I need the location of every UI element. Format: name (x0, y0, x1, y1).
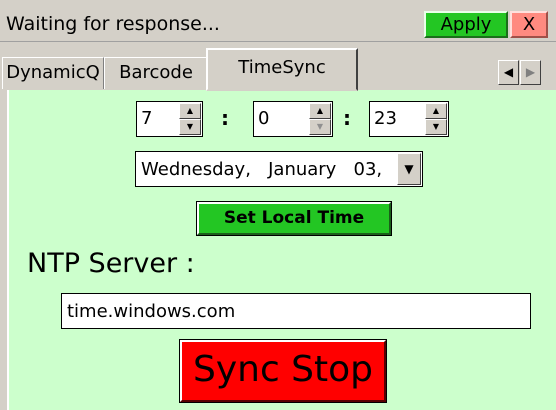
status-text: Waiting for response... (6, 13, 220, 35)
second-value: 23 (374, 108, 397, 129)
tab-scroll-left-icon[interactable]: ◀ (498, 60, 519, 85)
minute-down-icon[interactable]: ▼ (309, 119, 331, 135)
second-down-icon[interactable]: ▼ (425, 119, 447, 135)
date-picker[interactable]: Wednesday, January 03, ▼ (135, 151, 423, 187)
hour-value: 7 (141, 108, 153, 129)
tab-dynamicq[interactable]: DynamicQ (2, 57, 104, 89)
ntp-server-value: time.windows.com (67, 301, 236, 322)
tab-scroll-right-icon[interactable]: ▶ (520, 60, 541, 85)
title-bar: Waiting for response... Apply X (0, 0, 556, 42)
time-separator: : (221, 106, 229, 130)
time-separator: : (343, 106, 351, 130)
second-spinner[interactable]: 23 ▲ ▼ (369, 101, 449, 137)
set-local-time-button[interactable]: Set Local Time (196, 201, 392, 236)
minute-up-icon[interactable]: ▲ (309, 103, 331, 119)
tab-bar: DynamicQ Barcode TimeSync ◀ ▶ (0, 42, 556, 91)
ntp-server-label: NTP Server : (27, 248, 195, 279)
minute-spinner[interactable]: 0 ▲ ▼ (253, 101, 333, 137)
chevron-down-icon[interactable]: ▼ (397, 153, 421, 185)
tab-timesync[interactable]: TimeSync (206, 48, 358, 91)
hour-spinner[interactable]: 7 ▲ ▼ (136, 101, 203, 137)
hour-up-icon[interactable]: ▲ (179, 103, 201, 119)
ntp-server-input[interactable]: time.windows.com (61, 293, 531, 329)
tab-barcode[interactable]: Barcode (104, 57, 208, 89)
date-value: Wednesday, January 03, (141, 159, 383, 180)
timesync-panel: 7 ▲ ▼ : 0 ▲ ▼ : 23 ▲ ▼ Wednesday, Januar… (7, 90, 556, 410)
close-button[interactable]: X (510, 11, 548, 38)
second-up-icon[interactable]: ▲ (425, 103, 447, 119)
hour-down-icon[interactable]: ▼ (179, 119, 201, 135)
sync-stop-button[interactable]: Sync Stop (179, 339, 387, 403)
apply-button[interactable]: Apply (424, 11, 508, 38)
minute-value: 0 (258, 108, 270, 129)
